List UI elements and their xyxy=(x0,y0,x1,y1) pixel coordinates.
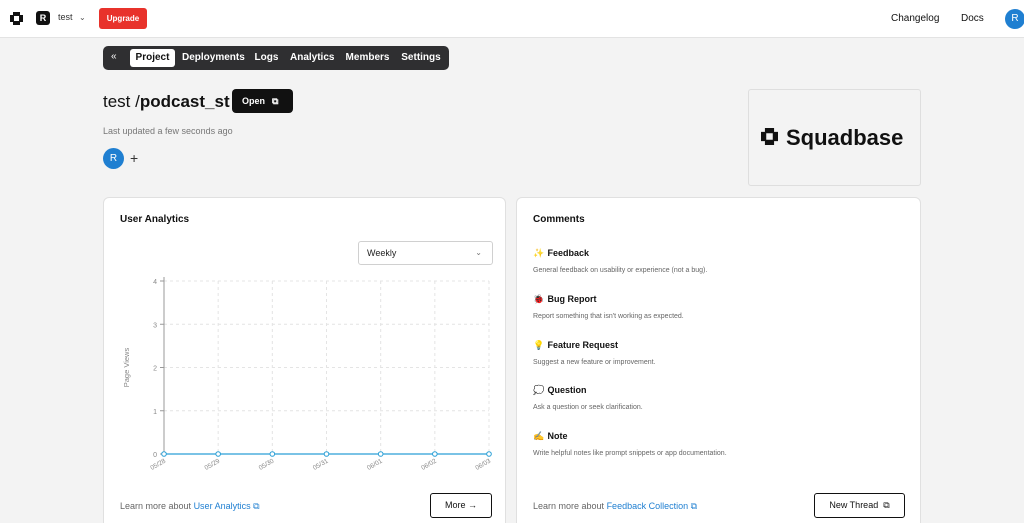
user-analytics-card: User Analytics Weekly ⌄ 0 1 2 3 4 05/28 05/29 0… xyxy=(103,197,506,523)
bug-icon: 🐞 xyxy=(533,294,545,304)
y-tick-label: 0 xyxy=(153,452,157,459)
comment-type-question[interactable]: 💭 Question Ask a question or seek clarif… xyxy=(533,385,643,411)
data-point xyxy=(161,451,167,457)
data-point xyxy=(432,451,438,457)
y-tick-label: 3 xyxy=(153,322,157,329)
page-views-chart: 0 1 2 3 4 05/28 05/29 05/30 05/31 06/01 06/02 06/03… xyxy=(122,277,492,472)
workspace-name[interactable]: test xyxy=(58,12,73,22)
changelog-link[interactable]: Changelog xyxy=(891,13,939,24)
tab-deployments[interactable]: Deployments xyxy=(182,49,245,67)
squadbase-logo-icon[interactable] xyxy=(10,12,23,25)
y-tick-label: 1 xyxy=(153,409,157,416)
user-avatar[interactable]: R xyxy=(1005,9,1024,29)
upgrade-button[interactable]: Upgrade xyxy=(99,8,147,29)
collapse-sidebar-icon[interactable]: « xyxy=(111,51,117,62)
comment-type-description: Write helpful notes like prompt snippets… xyxy=(533,450,727,457)
sparkles-icon: ✨ xyxy=(533,248,545,258)
y-tick-label: 4 xyxy=(153,279,157,286)
top-bar: R test ⌄ Upgrade Changelog Docs R xyxy=(0,0,1024,38)
external-link-icon: ⧉ xyxy=(272,96,279,106)
comment-type-description: General feedback on usability or experie… xyxy=(533,267,708,274)
learn-prefix: Learn more about xyxy=(533,501,605,511)
comment-type-bug-report[interactable]: 🐞 Bug Report Report something that isn't… xyxy=(533,294,684,320)
data-point xyxy=(215,451,221,457)
comment-type-note[interactable]: ✍ Note Write helpful notes like prompt s… xyxy=(533,431,727,457)
docs-link[interactable]: Docs xyxy=(961,13,984,24)
learn-more-text: Learn more about User Analytics ⧉ xyxy=(120,501,260,512)
comment-type-feature-request[interactable]: 💡 Feature Request Suggest a new feature … xyxy=(533,340,656,366)
project-thumbnail: Squadbase xyxy=(748,89,921,186)
chevron-down-icon[interactable]: ⌄ xyxy=(79,13,86,22)
comment-type-title: Feature Request xyxy=(547,340,619,350)
comment-type-description: Suggest a new feature or improvement. xyxy=(533,359,656,366)
x-tick-label: 05/30 xyxy=(258,457,276,471)
new-thread-button[interactable]: New Thread ⧉ xyxy=(814,493,905,518)
thought-bubble-icon: 💭 xyxy=(533,385,545,395)
project-name: podcast_st xyxy=(139,92,230,111)
member-avatar[interactable]: R xyxy=(103,148,124,169)
card-title: Comments xyxy=(533,214,585,225)
tab-members[interactable]: Members xyxy=(345,49,390,67)
x-tick-label: 06/01 xyxy=(366,457,384,471)
page-title: test /podcast_st xyxy=(103,92,230,112)
tab-project[interactable]: Project xyxy=(130,49,175,67)
tab-analytics[interactable]: Analytics xyxy=(290,49,334,67)
learn-more-text: Learn more about Feedback Collection ⧉ xyxy=(533,501,697,512)
x-tick-label: 06/02 xyxy=(420,457,438,471)
x-tick-label: 06/03 xyxy=(474,457,492,471)
tab-logs[interactable]: Logs xyxy=(254,49,279,67)
learn-prefix: Learn more about xyxy=(120,501,192,511)
open-button-label: Open xyxy=(242,96,266,106)
add-member-button[interactable]: + xyxy=(130,150,138,166)
comment-type-feedback[interactable]: ✨ Feedback General feedback on usability… xyxy=(533,248,707,274)
data-point xyxy=(486,451,492,457)
project-tab-bar: « Project Deployments Logs Analytics Mem… xyxy=(103,46,449,70)
squadbase-logo-icon xyxy=(761,128,778,145)
tab-settings[interactable]: Settings xyxy=(401,49,441,67)
x-tick-label: 05/29 xyxy=(204,457,222,471)
comment-type-description: Report something that isn't working as e… xyxy=(533,313,684,320)
comments-card: Comments ✨ Feedback General feedback on … xyxy=(516,197,921,523)
lightbulb-icon: 💡 xyxy=(533,340,545,350)
comment-type-title: Question xyxy=(547,385,587,395)
writing-hand-icon: ✍ xyxy=(533,431,545,441)
y-axis-label: Page Views xyxy=(122,348,131,388)
external-link-icon[interactable]: ⧉ xyxy=(253,501,259,511)
x-tick-label: 05/31 xyxy=(312,457,330,471)
x-tick-label: 05/28 xyxy=(149,457,167,471)
data-point xyxy=(323,451,330,457)
last-updated-text: Last updated a few seconds ago xyxy=(103,126,233,136)
comment-type-title: Note xyxy=(547,431,568,441)
external-link-icon[interactable]: ⧉ xyxy=(691,501,697,511)
workspace-avatar[interactable]: R xyxy=(36,11,50,25)
feedback-collection-link[interactable]: Feedback Collection xyxy=(607,501,689,511)
user-analytics-link[interactable]: User Analytics xyxy=(194,501,251,511)
y-tick-label: 2 xyxy=(153,366,157,373)
comment-type-title: Feedback xyxy=(547,248,590,258)
new-thread-label: New Thread xyxy=(829,500,879,510)
data-point xyxy=(269,451,276,457)
comment-type-description: Ask a question or seek clarification. xyxy=(533,404,643,411)
more-button[interactable]: More → xyxy=(430,493,492,518)
comment-type-title: Bug Report xyxy=(547,294,597,304)
open-button[interactable]: Open ⧉ xyxy=(232,89,293,113)
data-point xyxy=(377,451,384,457)
project-owner: test xyxy=(103,92,131,111)
external-link-icon: ⧉ xyxy=(880,500,890,510)
brand-name: Squadbase xyxy=(786,125,904,150)
